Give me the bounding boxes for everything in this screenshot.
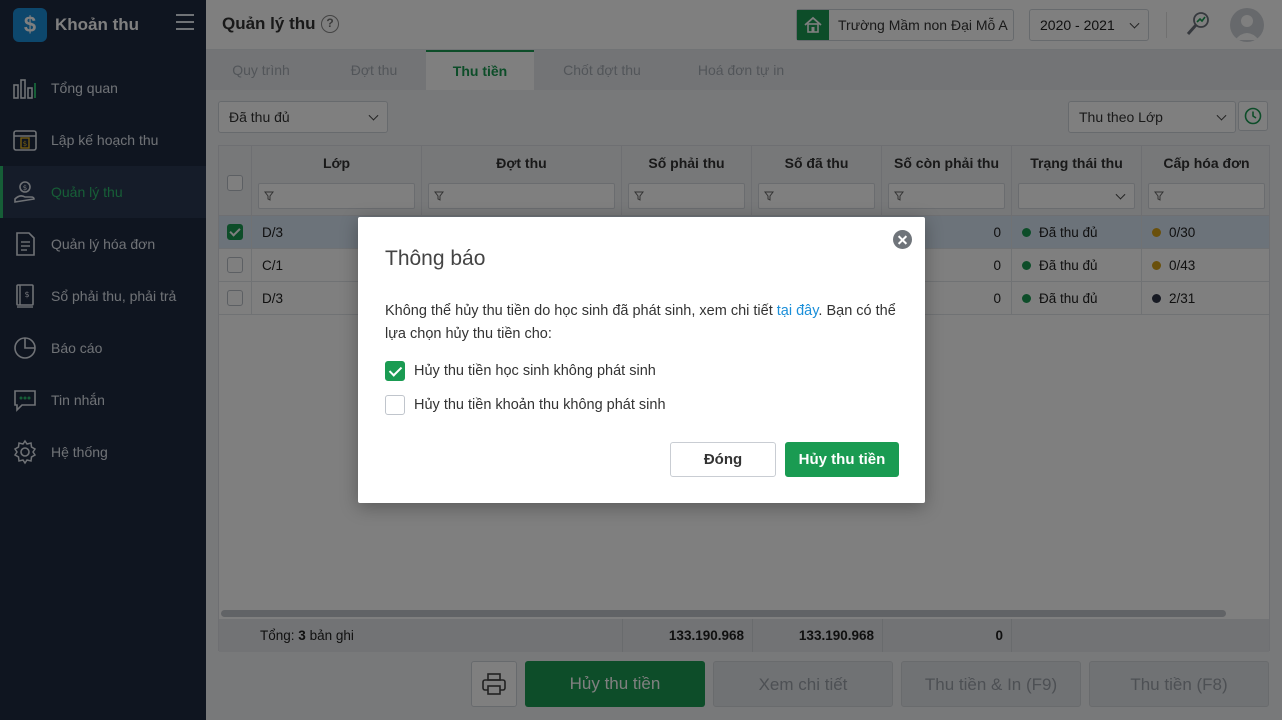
dialog-message: Không thể hủy thu tiền do học sinh đã ph… — [385, 300, 905, 346]
option2-checkbox[interactable] — [385, 395, 405, 415]
option-student-not-incurred[interactable]: Hủy thu tiền học sinh không phát sinh — [385, 361, 656, 381]
dialog-title: Thông báo — [385, 247, 486, 270]
option1-label: Hủy thu tiền học sinh không phát sinh — [414, 363, 656, 379]
notification-dialog: Thông báo Không thể hủy thu tiền do học … — [358, 217, 925, 503]
option2-label: Hủy thu tiền khoản thu không phát sinh — [414, 397, 666, 413]
option-fee-not-incurred[interactable]: Hủy thu tiền khoản thu không phát sinh — [385, 395, 666, 415]
dialog-close-button[interactable]: Đóng — [670, 442, 776, 477]
dialog-confirm-cancel-button[interactable]: Hủy thu tiền — [785, 442, 899, 477]
option1-checkbox[interactable] — [385, 361, 405, 381]
close-icon[interactable] — [893, 230, 912, 249]
message-text: Không thể hủy thu tiền do học sinh đã ph… — [385, 303, 777, 319]
detail-link[interactable]: tại đây — [777, 303, 819, 319]
